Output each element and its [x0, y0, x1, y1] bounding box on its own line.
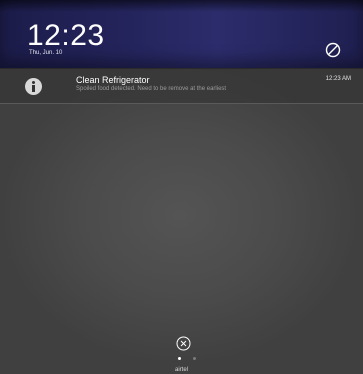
clock-time: 12:23 [27, 19, 105, 52]
carrier-label: airtel [174, 367, 188, 373]
page-dot-inactive [193, 357, 196, 360]
notification-card[interactable]: Clean Refrigerator Spoiled food detected… [0, 69, 363, 104]
lock-screen: 12:23 Thu, Jun. 10 Clean Refrigerator Sp… [0, 0, 363, 374]
page-dot-active [178, 357, 181, 360]
clear-all-icon[interactable] [176, 336, 191, 351]
status-header: 12:23 Thu, Jun. 10 [0, 0, 363, 68]
notification-time: 12:23 AM [325, 76, 351, 82]
status-bar-shade [0, 0, 363, 12]
notification-body: Spoiled food detected. Need to be remove… [76, 86, 227, 92]
page-indicator [176, 357, 198, 361]
do-not-disturb-icon[interactable] [324, 41, 342, 59]
clock-date: Thu, Jun. 10 [29, 50, 63, 56]
info-icon [25, 78, 42, 95]
